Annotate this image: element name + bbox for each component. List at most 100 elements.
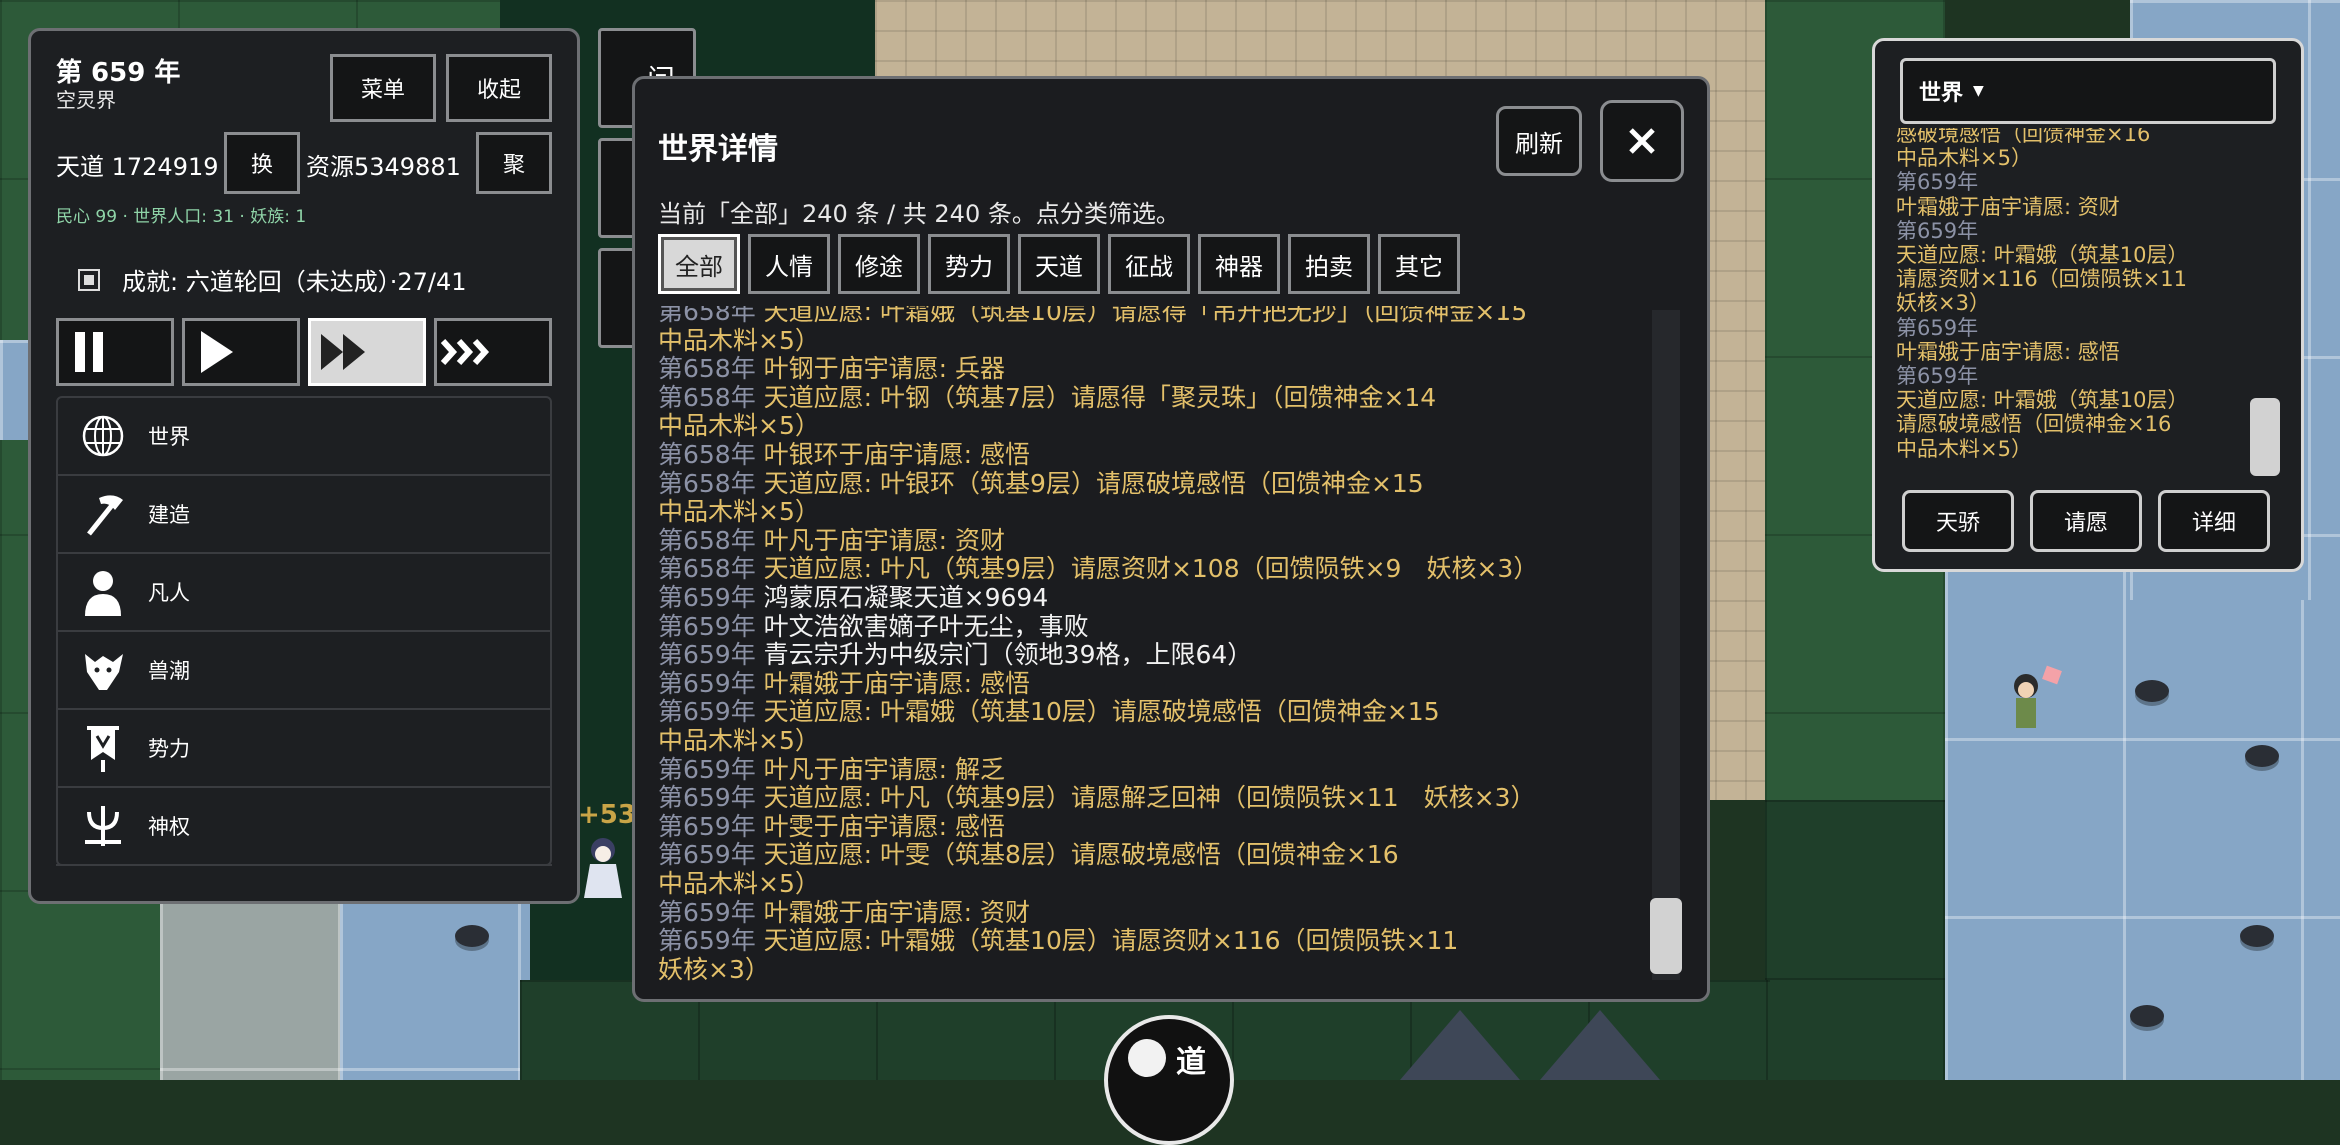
- collapse-button[interactable]: 收起: [446, 54, 552, 122]
- log-year: 第658年: [658, 554, 764, 584]
- tab-factions[interactable]: 势力: [928, 234, 1010, 294]
- log-text: 叶银环于庙宇请愿: 感悟: [763, 440, 1031, 469]
- log-text: 叶凡于庙宇请愿: 资财: [763, 525, 1006, 555]
- log-text: 天道应愿: 叶霜娥（筑基10层）请愿资财×116（回馈陨铁×11: [763, 926, 1459, 956]
- gather-button[interactable]: 聚: [476, 132, 552, 194]
- mini-log[interactable]: 感破境感悟（回馈神金×16 中品木料×5） 第659年 叶霜娥于庙宇请愿: 资财 第65…: [1892, 128, 2252, 476]
- mini-log-entry: 请愿资财×116（回馈陨铁×11: [1896, 267, 2187, 292]
- log-text: 中品木料×5）: [658, 726, 820, 755]
- menu-item-beast-tide[interactable]: 兽潮: [56, 632, 552, 710]
- refresh-button-label: 刷新: [1515, 129, 1563, 158]
- log-entry: 第659年 叶文浩欲害嫡子叶无尘，事败: [658, 611, 1089, 641]
- tab-other[interactable]: 其它: [1378, 234, 1460, 294]
- fast-forward-button[interactable]: [308, 318, 426, 386]
- log-year: 第659年: [658, 840, 764, 870]
- tab-label: 人情: [765, 252, 813, 281]
- menu-item-label: 世界: [148, 425, 190, 449]
- realm-dropdown[interactable]: 世界 ▼: [1900, 58, 2276, 124]
- tab-relations[interactable]: 人情: [748, 234, 830, 294]
- pause-icon: [75, 332, 103, 372]
- tab-label: 征战: [1125, 252, 1173, 281]
- hammer-icon: [87, 495, 123, 536]
- close-icon: [1629, 128, 1655, 154]
- world-log[interactable]: 第658年 天道应愿: 叶霜娥（筑基10层）请愿得「吊开把无抄」（回馈神金×15…: [650, 306, 1690, 984]
- tab-war[interactable]: 征战: [1108, 234, 1190, 294]
- log-text: 叶霜娥于庙宇请愿: 感悟: [763, 668, 1031, 698]
- menu-item-divinity[interactable]: 神权: [56, 788, 552, 866]
- mini-log-entry: 第659年: [1896, 364, 1979, 388]
- mini-log-entry: 叶霜娥于庙宇请愿: 资财: [1896, 194, 2120, 219]
- log-text: 青云宗升为中级宗门（领地39格，上限64）: [763, 640, 1253, 670]
- tab-label: 势力: [945, 252, 993, 281]
- mini-log-entry: 叶霜娥于庙宇请愿: 感悟: [1896, 339, 2120, 364]
- resources-value: 资源5349881: [306, 153, 461, 181]
- close-button[interactable]: [1600, 100, 1684, 182]
- log-year: 第659年: [658, 897, 764, 927]
- log-entry: 第658年 叶钢于庙宇请愿: 兵器: [658, 355, 1005, 383]
- log-entry: 第658年 天道应愿: 叶霜娥（筑基10层）请愿得「吊开把无抄」（回馈神金×15: [658, 306, 1527, 326]
- tab-all[interactable]: 全部: [658, 234, 740, 294]
- fastest-button[interactable]: [434, 318, 552, 386]
- prodigy-button[interactable]: 天骄: [1902, 490, 2014, 552]
- tab-cultivation[interactable]: 修途: [838, 234, 920, 294]
- world-log-scrollbar[interactable]: [1650, 898, 1682, 974]
- log-year: 第659年: [658, 697, 764, 727]
- tab-auction[interactable]: 拍卖: [1288, 234, 1370, 294]
- petition-button[interactable]: 请愿: [2030, 490, 2142, 552]
- cultivator-sprite[interactable]: [2004, 664, 2064, 744]
- mini-log-scrollbar[interactable]: [2250, 398, 2280, 476]
- world-log-scrollbar-track[interactable]: [1652, 310, 1680, 980]
- refresh-button[interactable]: 刷新: [1496, 106, 1582, 176]
- map-mountain: [1540, 1010, 1660, 1080]
- map-ice-edge: [0, 340, 28, 440]
- mini-log-entry: 中品木料×5）: [1896, 436, 2032, 461]
- mini-log-entry: 妖核×3）: [1896, 291, 1990, 316]
- log-entry: 第658年 叶银环于庙宇请愿: 感悟: [658, 441, 1030, 469]
- log-year: 第659年: [658, 583, 764, 612]
- log-text: 叶文浩欲害嫡子叶无尘，事败: [763, 611, 1089, 641]
- menu-item-factions[interactable]: 势力: [56, 710, 552, 788]
- achievement-row[interactable]: 成就: 六道轮回（未达成）·27/41: [78, 262, 467, 297]
- triple-chevron-icon: [441, 338, 490, 366]
- tiandao-value: 天道 1724919: [56, 153, 219, 181]
- play-icon: [201, 331, 233, 373]
- shrine-label: 道: [1176, 1045, 1206, 1080]
- log-year: 第658年: [658, 468, 764, 498]
- swap-button[interactable]: 换: [224, 132, 300, 194]
- log-text: 中品木料×5）: [658, 325, 820, 355]
- tab-label: 修途: [855, 252, 903, 281]
- spirit-sprite[interactable]: [578, 832, 628, 902]
- map-ice-region: [1945, 560, 2340, 1080]
- mini-log-entry: 第659年: [1896, 315, 1979, 340]
- map-ice-region-left: [340, 890, 530, 1080]
- tab-label: 拍卖: [1305, 252, 1353, 281]
- tab-artifacts[interactable]: 神器: [1198, 234, 1280, 294]
- globe-icon: [82, 415, 124, 457]
- banner-icon: [87, 726, 119, 772]
- log-year: 第659年: [658, 754, 764, 784]
- map-stone: [2130, 1005, 2164, 1027]
- log-text: 天道应愿: 叶霜娥（筑基10层）请愿得「吊开把无抄」（回馈神金×15: [763, 306, 1528, 326]
- log-year: 第659年: [658, 926, 764, 956]
- log-text: 天道应愿: 叶银环（筑基9层）请愿破境感悟（回馈神金×15: [763, 468, 1424, 498]
- menu-button[interactable]: 菜单: [330, 54, 436, 122]
- menu-item-label: 兽潮: [148, 659, 190, 683]
- play-button[interactable]: [182, 318, 300, 386]
- mini-log-entry: 感破境感悟（回馈神金×16: [1896, 128, 2151, 146]
- tab-tiandao[interactable]: 天道: [1018, 234, 1100, 294]
- menu-item-mortals[interactable]: 凡人: [56, 554, 552, 632]
- menu-item-world[interactable]: 世界: [56, 398, 552, 476]
- log-text: 中品木料×5）: [658, 411, 820, 441]
- floating-number: +53: [578, 800, 636, 830]
- world-detail-title: 世界详情: [658, 132, 778, 167]
- log-text: 妖核×3）: [658, 954, 770, 984]
- menu-item-build[interactable]: 建造: [56, 476, 552, 554]
- pause-button[interactable]: [56, 318, 174, 386]
- log-text: 天道应愿: 叶凡（筑基9层）请愿解乏回神（回馈陨铁×11 妖核×3）: [763, 783, 1536, 813]
- realm-dropdown-value: 世界: [1919, 81, 1964, 106]
- log-entry: 第659年 天道应愿: 叶雯（筑基8层）请愿破境感悟（回馈神金×16: [658, 841, 1399, 869]
- detail-button[interactable]: 详细: [2158, 490, 2270, 552]
- log-entry: 第659年 叶雯于庙宇请愿: 感悟: [658, 812, 1005, 841]
- log-entry: 第659年 天道应愿: 叶凡（筑基9层）请愿解乏回神（回馈陨铁×11 妖核×3）: [658, 784, 1536, 812]
- shrine-button[interactable]: 道: [1104, 1015, 1234, 1145]
